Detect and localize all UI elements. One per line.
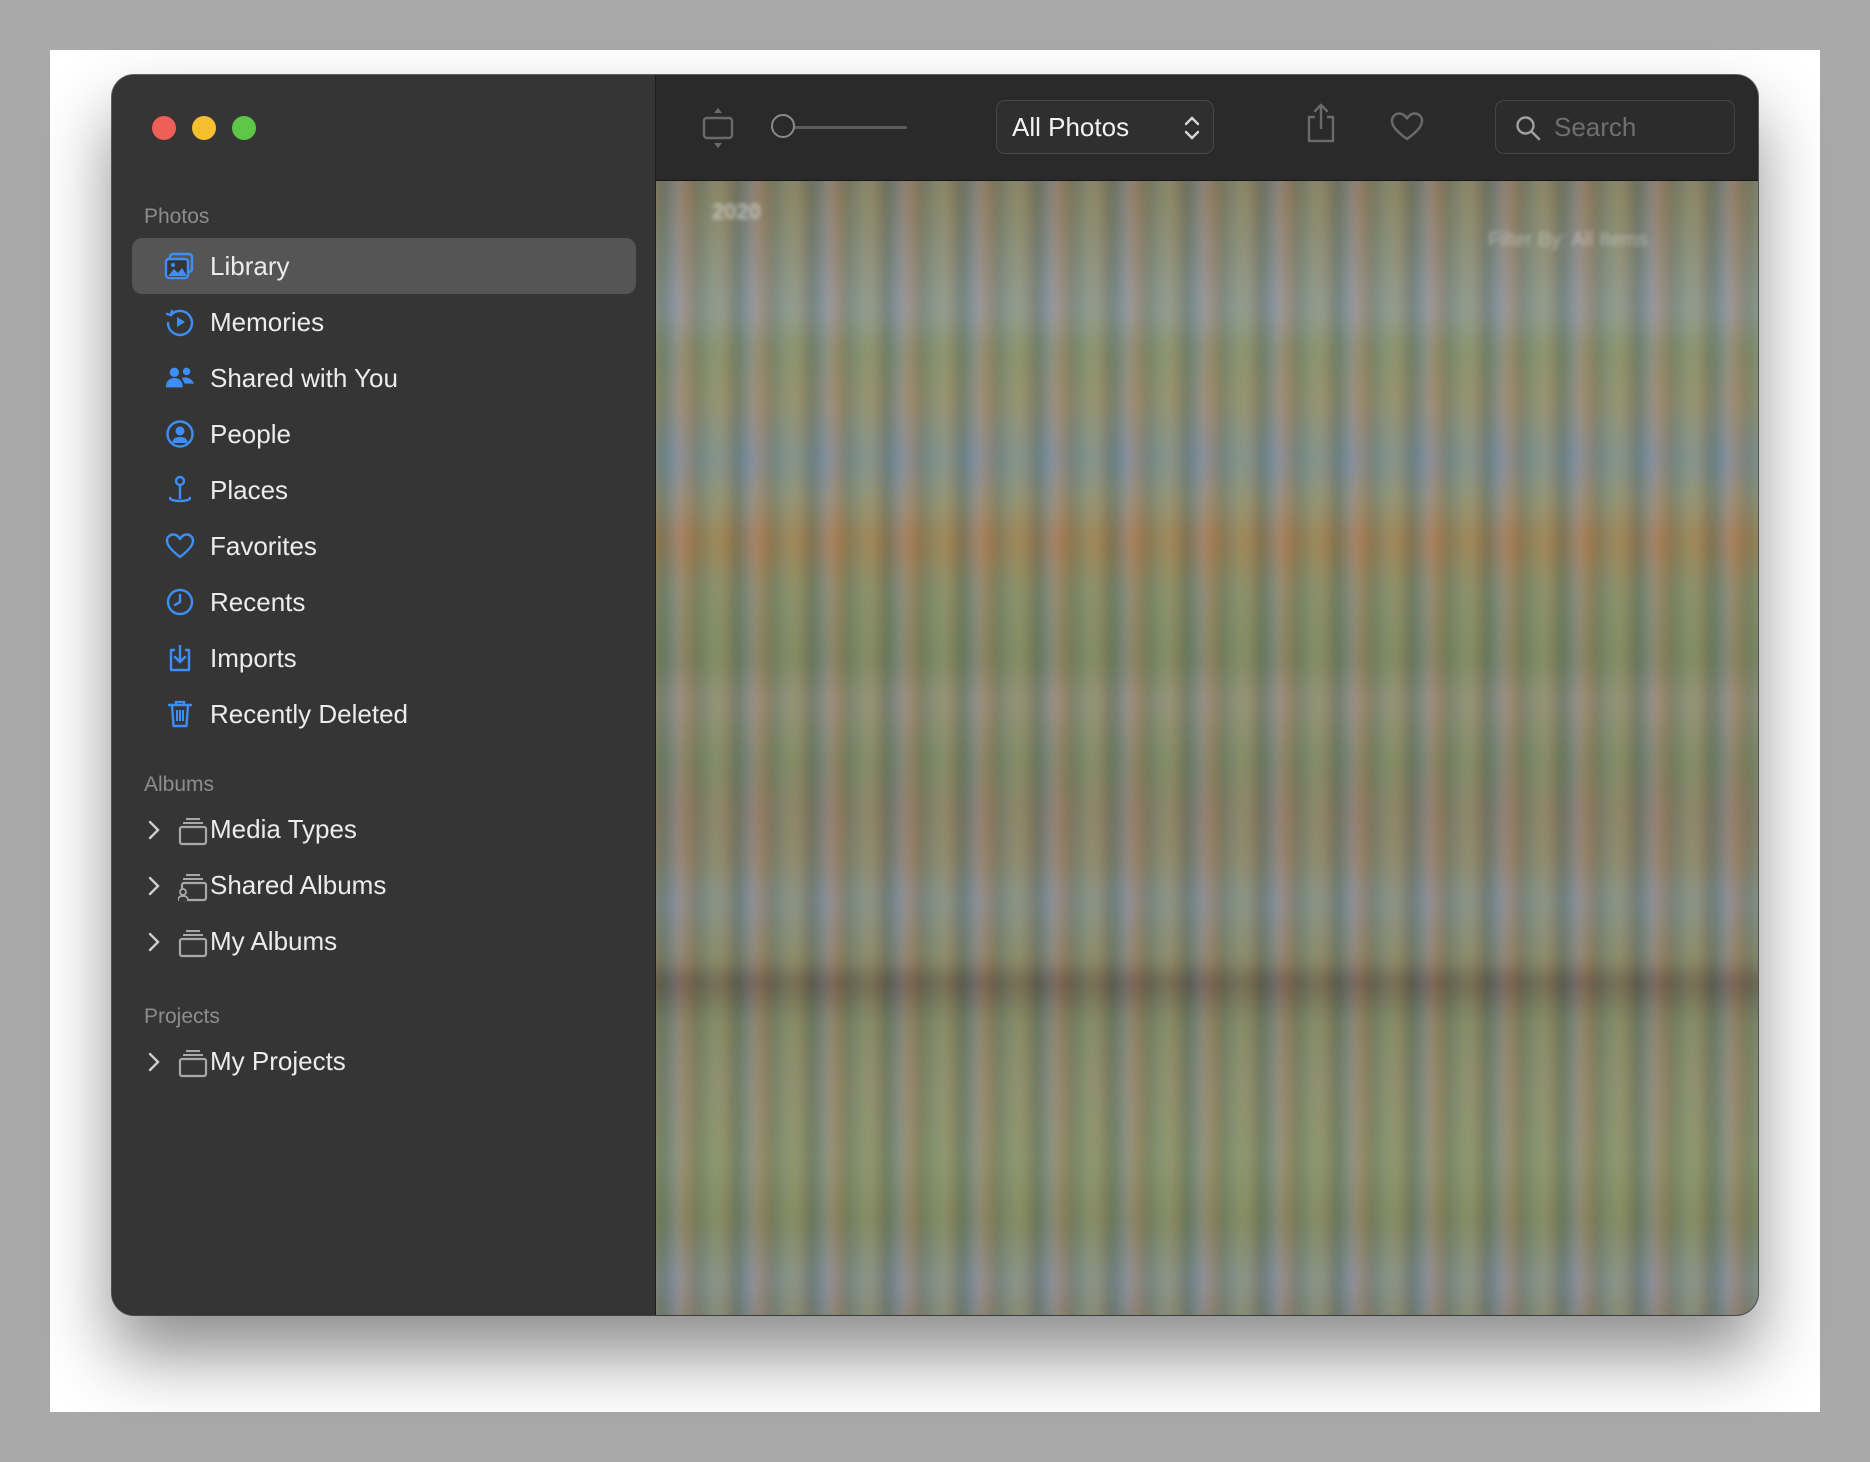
import-icon [164,642,196,674]
map-pin-icon [164,474,196,506]
chevron-right-icon[interactable] [144,819,164,841]
zoom-slider-track[interactable] [785,126,907,129]
sidebar-item-people[interactable]: People [132,406,636,462]
search-field[interactable] [1495,100,1735,154]
sidebar-item-label: People [210,418,291,449]
chevron-right-icon[interactable] [144,931,164,953]
sidebar-item-label: Library [210,250,290,281]
photo-thumbnails-mosaic [656,181,1758,1315]
heart-icon [164,530,196,562]
toolbar: All Photos [656,75,1758,181]
traffic-lights [152,116,256,140]
sidebar-item-shared-albums[interactable]: Shared Albums [132,860,636,912]
sidebar-item-recently-deleted[interactable]: Recently Deleted [132,686,636,742]
sidebar-item-imports[interactable]: Imports [132,630,636,686]
section-title-photos: Photos [144,205,210,228]
zoom-slider-knob[interactable] [771,114,795,138]
sidebar-item-label: Recents [210,586,306,617]
sidebar: Photos Library Memories Shared with You … [112,75,656,1315]
stacked-folder-icon [178,928,208,958]
section-title-projects: Projects [144,1005,220,1028]
view-selector-popup[interactable]: All Photos [996,100,1214,154]
year-label: 2020 [712,199,761,224]
search-icon [1514,114,1542,142]
sidebar-item-shared-with-you[interactable]: Shared with You [132,350,636,406]
sidebar-item-favorites[interactable]: Favorites [132,518,636,574]
person-circle-icon [164,418,196,450]
view-selector-label: All Photos [1012,112,1130,142]
sidebar-item-memories[interactable]: Memories [132,294,636,350]
sidebar-item-my-projects[interactable]: My Projects [132,1036,636,1088]
sidebar-item-places[interactable]: Places [132,462,636,518]
shared-stacked-folder-icon [177,872,208,902]
sidebar-item-label: Recently Deleted [210,698,408,729]
sidebar-item-my-albums[interactable]: My Albums [132,916,636,968]
slideshow-frame-icon[interactable] [700,106,736,155]
stacked-folder-icon [178,816,208,846]
sidebar-item-label: Shared Albums [210,870,387,900]
share-icon[interactable] [1304,101,1338,150]
sidebar-item-label: Imports [210,642,297,673]
stacked-folder-icon [178,1048,208,1078]
section-title-albums: Albums [144,773,215,796]
chevron-right-icon[interactable] [144,1051,164,1073]
sidebar-item-label: Shared with You [210,362,398,393]
clock-icon [164,586,196,618]
up-down-chevron-icon [1183,113,1201,143]
photo-library-icon [164,250,196,282]
photos-window: Photos Library Memories Shared with You … [112,75,1758,1315]
chevron-right-icon[interactable] [144,875,164,897]
sidebar-item-label: Places [210,474,289,505]
sidebar-item-library[interactable]: Library [132,238,636,294]
sidebar-item-label: My Albums [210,926,338,956]
sidebar-item-label: Media Types [210,814,357,844]
shared-with-you-icon [164,362,196,394]
sidebar-item-label: Favorites [210,530,317,561]
sidebar-item-recents[interactable]: Recents [132,574,636,630]
favorite-heart-icon[interactable] [1389,110,1425,147]
zoom-button[interactable] [232,116,256,140]
sidebar-item-label: Memories [210,306,325,337]
close-button[interactable] [152,116,176,140]
memories-icon [164,306,196,338]
sidebar-item-label: My Projects [210,1046,346,1076]
search-input[interactable] [1554,111,1724,143]
trash-icon [164,698,196,730]
photo-grid[interactable]: 2020 Filter By: All Items [656,181,1758,1315]
minimize-button[interactable] [192,116,216,140]
sidebar-item-media-types[interactable]: Media Types [132,804,636,856]
filter-by-button[interactable]: Filter By: All Items [1488,229,1648,252]
